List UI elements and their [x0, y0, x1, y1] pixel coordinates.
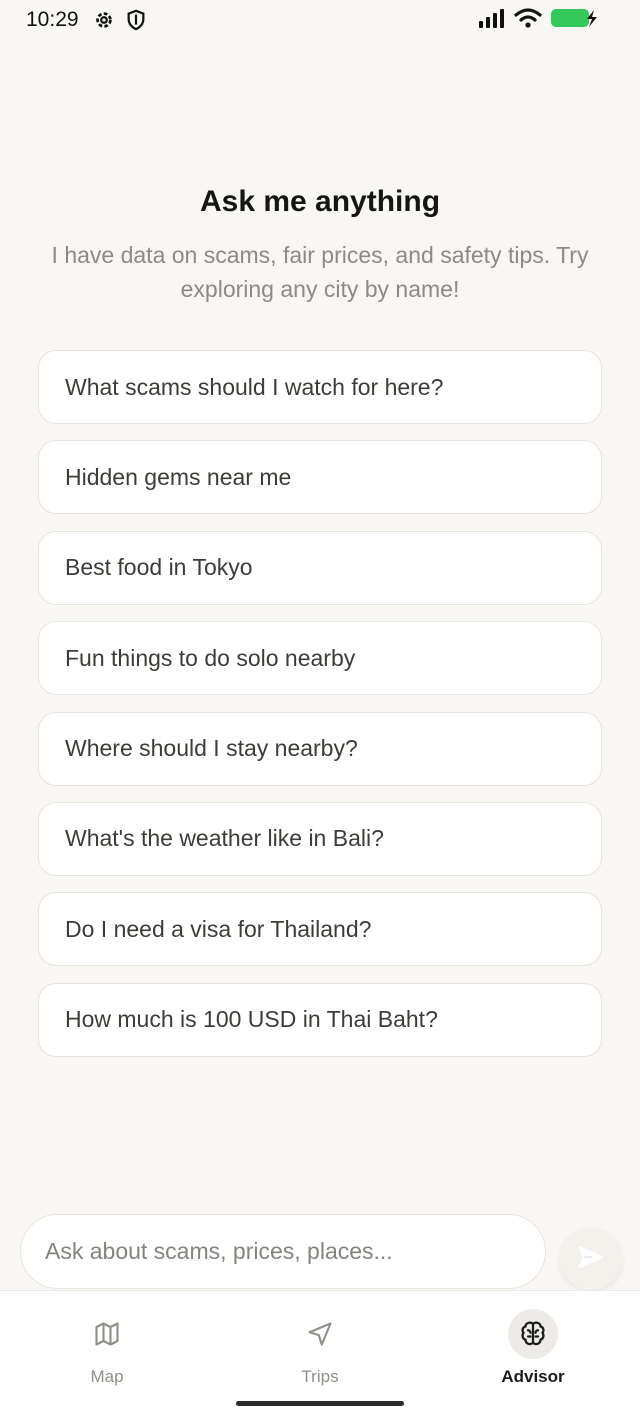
chat-input-container: [20, 1214, 546, 1289]
bottom-tab-bar: Map Trips Advisor: [0, 1290, 640, 1422]
home-indicator: [236, 1401, 404, 1406]
status-time: 10:29: [26, 8, 79, 31]
suggestion-visa-thailand[interactable]: Do I need a visa for Thailand?: [38, 892, 602, 967]
page-subtitle: I have data on scams, fair prices, and s…: [51, 242, 589, 302]
wifi-icon: [514, 7, 542, 34]
suggestion-weather-bali[interactable]: What's the weather like in Bali?: [38, 801, 602, 876]
tab-advisor-label: Advisor: [501, 1367, 565, 1386]
send-icon: [576, 1242, 606, 1277]
tab-advisor[interactable]: Advisor: [473, 1309, 593, 1389]
tab-trips[interactable]: Trips: [260, 1309, 380, 1389]
send-button[interactable]: [560, 1228, 622, 1290]
suggestion-solo-fun[interactable]: Fun things to do solo nearby: [38, 621, 602, 696]
page-title: Ask me anything: [199, 185, 441, 218]
navigation-arrow-icon: [295, 1309, 345, 1359]
status-indicators: [478, 7, 598, 34]
tab-trips-label: Trips: [301, 1367, 339, 1386]
cellular-signal-icon: [478, 7, 506, 34]
suggestion-list: What scams should I watch for here? Hidd…: [38, 350, 602, 1073]
battery-charging-icon: [550, 7, 598, 34]
chat-input[interactable]: [45, 1238, 545, 1265]
suggestion-hidden-gems[interactable]: Hidden gems near me: [38, 440, 602, 515]
suggestion-currency-conversion[interactable]: How much is 100 USD in Thai Baht?: [38, 982, 602, 1057]
status-bar: 10:29: [0, 0, 640, 40]
suggestion-stay-nearby[interactable]: Where should I stay nearby?: [38, 711, 602, 786]
shield-icon: [125, 9, 147, 31]
tab-map[interactable]: Map: [47, 1309, 167, 1389]
settings-gear-icon: [93, 9, 115, 31]
brain-icon: [508, 1309, 558, 1359]
map-icon: [82, 1309, 132, 1359]
suggestion-food-tokyo[interactable]: Best food in Tokyo: [38, 530, 602, 605]
suggestion-scams[interactable]: What scams should I watch for here?: [38, 350, 602, 424]
tab-map-label: Map: [90, 1367, 124, 1386]
advisor-screen: 10:29 Ask me anything I have data on sca…: [0, 0, 640, 1422]
